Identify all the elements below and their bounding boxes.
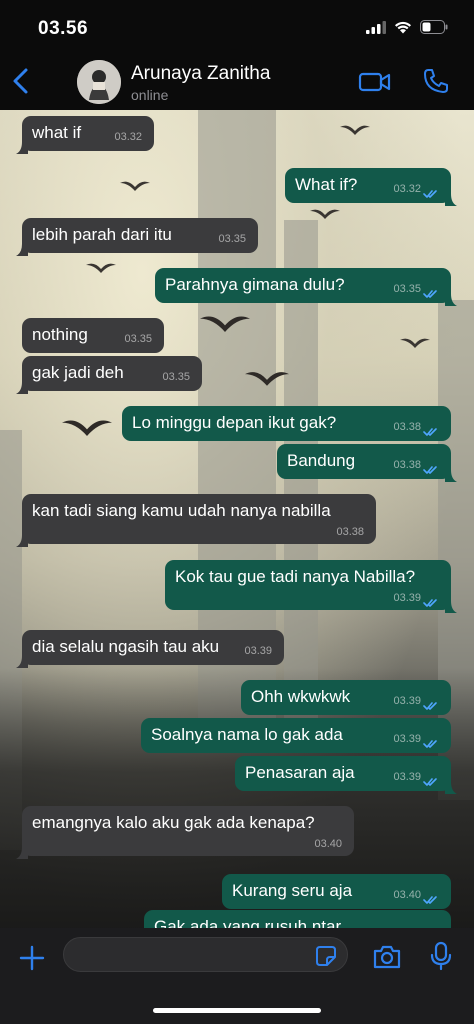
avatar[interactable] xyxy=(77,60,121,104)
message-text: Lo minggu depan ikut gak? xyxy=(132,413,337,432)
outgoing-message[interactable]: Parahnya gimana dulu? 03.35 xyxy=(155,268,457,306)
bubble-tail xyxy=(16,139,28,154)
wifi-icon xyxy=(394,21,412,39)
incoming-message[interactable]: emangnya kalo aku gak ada kenapa? 03.40 xyxy=(16,806,354,859)
wallpaper-bird xyxy=(200,310,250,334)
message-time: 03.35 xyxy=(218,233,246,245)
bubble-tail xyxy=(445,779,457,794)
back-chevron-icon[interactable] xyxy=(8,64,34,98)
bubble-tail xyxy=(16,379,28,394)
battery-icon xyxy=(420,20,448,39)
message-text: dia selalu ngasih tau aku xyxy=(32,637,220,656)
contact-name[interactable]: Arunaya Zanitha xyxy=(131,63,270,85)
signal-icon xyxy=(366,20,386,39)
message-time: 03.35 xyxy=(162,371,190,383)
incoming-message[interactable]: lebih parah dari itu 03.35 xyxy=(16,218,258,256)
message-time: 03.40 xyxy=(314,838,342,850)
double-check-icon xyxy=(423,890,439,904)
double-check-icon xyxy=(423,696,439,710)
outgoing-message[interactable]: Ohh wkwkwk 03.39 xyxy=(241,680,451,715)
double-check-icon xyxy=(423,772,439,786)
message-text: Ohh wkwkwk xyxy=(251,687,351,706)
message-text: Bandung xyxy=(287,451,356,470)
mic-icon[interactable] xyxy=(430,941,452,971)
double-check-icon xyxy=(423,734,439,748)
bubble-tail xyxy=(445,291,457,306)
outgoing-message[interactable]: Penasaran aja 03.39 xyxy=(235,756,457,794)
message-text: lebih parah dari itu xyxy=(32,225,172,244)
wallpaper-bird xyxy=(310,206,340,219)
wallpaper-bird xyxy=(120,178,150,191)
outgoing-message[interactable]: Soalnya nama lo gak ada 03.39 xyxy=(141,718,451,753)
message-text: nothing xyxy=(32,325,88,344)
message-time: 03.38 xyxy=(393,459,421,471)
message-text: What if? xyxy=(295,175,358,194)
double-check-icon xyxy=(423,284,439,298)
bubble-tail xyxy=(16,653,28,668)
incoming-message[interactable]: nothing 03.35 xyxy=(22,318,164,353)
message-time: 03.32 xyxy=(114,131,142,143)
message-time: 03.38 xyxy=(336,526,364,538)
plus-icon[interactable] xyxy=(18,944,46,972)
bubble-tail xyxy=(16,844,28,859)
outgoing-message[interactable]: Bandung 03.38 xyxy=(277,444,457,482)
double-check-icon xyxy=(423,460,439,474)
camera-icon[interactable] xyxy=(372,944,402,970)
video-call-icon[interactable] xyxy=(358,68,392,96)
message-text: Soalnya nama lo gak ada xyxy=(151,725,343,744)
outgoing-message[interactable]: What if? 03.32 xyxy=(285,168,457,206)
wallpaper-bird xyxy=(62,415,112,437)
message-text: emangnya kalo aku gak ada kenapa? xyxy=(32,813,315,832)
bubble-tail xyxy=(445,467,457,482)
outgoing-message[interactable]: Kurang seru aja 03.40 xyxy=(222,874,451,909)
message-time: 03.32 xyxy=(393,183,421,195)
incoming-message[interactable]: gak jadi deh 03.35 xyxy=(16,356,202,394)
double-check-icon xyxy=(423,422,439,436)
message-time: 03.39 xyxy=(393,771,421,783)
bubble-tail xyxy=(445,191,457,206)
wallpaper-bird xyxy=(86,260,116,273)
message-time: 03.35 xyxy=(124,333,152,345)
sticker-icon[interactable] xyxy=(315,945,337,967)
double-check-icon xyxy=(423,184,439,198)
message-time: 03.40 xyxy=(393,889,421,901)
message-text: gak jadi deh xyxy=(32,363,124,382)
message-text: Parahnya gimana dulu? xyxy=(165,275,345,294)
outgoing-message[interactable]: Gak ada yang rusuh ntar xyxy=(144,910,451,928)
incoming-message[interactable]: what if 03.32 xyxy=(16,116,154,154)
incoming-message[interactable]: dia selalu ngasih tau aku 03.39 xyxy=(16,630,284,668)
message-text: kan tadi siang kamu udah nanya nabilla xyxy=(32,501,331,520)
message-text: Gak ada yang rusuh ntar xyxy=(154,917,342,928)
bubble-tail xyxy=(16,241,28,256)
outgoing-message[interactable]: Lo minggu depan ikut gak? 03.38 xyxy=(122,406,451,441)
message-time: 03.39 xyxy=(393,592,421,604)
wallpaper-bird xyxy=(400,335,430,348)
message-time: 03.39 xyxy=(244,645,272,657)
contact-status: online xyxy=(131,87,169,103)
chat-header: Arunaya Zanitha online xyxy=(0,52,474,110)
phone-icon[interactable] xyxy=(421,66,451,96)
status-icons xyxy=(366,20,448,39)
bubble-tail xyxy=(16,532,28,547)
wallpaper-bird xyxy=(340,122,370,135)
message-time: 03.35 xyxy=(393,283,421,295)
message-time: 03.38 xyxy=(393,421,421,433)
message-text: Penasaran aja xyxy=(245,763,355,782)
message-time: 03.39 xyxy=(393,695,421,707)
wallpaper-bird xyxy=(245,368,289,386)
message-text: Kok tau gue tadi nanya Nabilla? xyxy=(175,567,416,586)
message-text: what if xyxy=(32,123,82,142)
incoming-message[interactable]: kan tadi siang kamu udah nanya nabilla 03… xyxy=(16,494,376,547)
chat-area[interactable]: what if 03.32 What if? 03.32 lebih parah dar… xyxy=(0,110,474,928)
bubble-tail xyxy=(445,598,457,613)
message-time: 03.39 xyxy=(393,733,421,745)
outgoing-message[interactable]: Kok tau gue tadi nanya Nabilla? 03.39 xyxy=(165,560,457,613)
double-check-icon xyxy=(423,593,439,607)
message-text: Kurang seru aja xyxy=(232,881,353,900)
input-bar xyxy=(0,928,474,1024)
status-bar: 03.56 xyxy=(0,0,474,52)
message-input[interactable] xyxy=(63,937,348,972)
status-time: 03.56 xyxy=(38,18,89,39)
home-indicator xyxy=(153,1008,321,1013)
